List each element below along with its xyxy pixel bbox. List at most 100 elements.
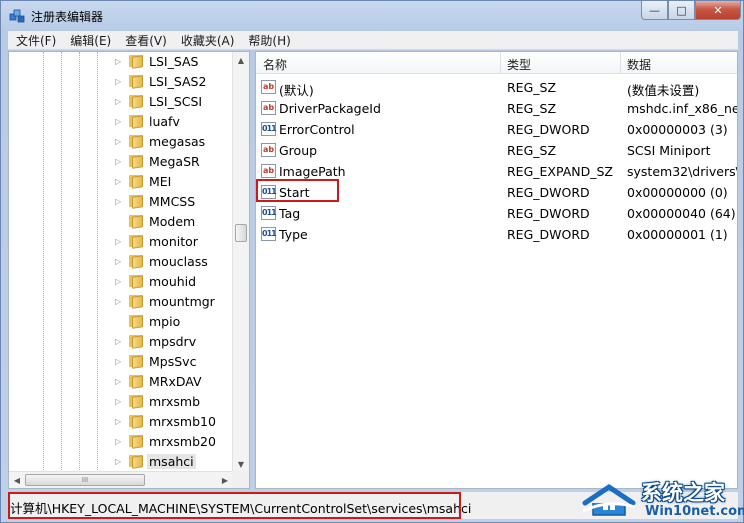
column-header-type[interactable]: 类型 (507, 56, 531, 73)
tree-item-label: mrxsmb10 (149, 414, 216, 429)
tree-item[interactable]: Modem (9, 212, 233, 232)
folder-icon (129, 415, 145, 429)
expand-arrow-icon[interactable]: ▷ (115, 97, 121, 106)
tree-item[interactable]: ▷ MEI (9, 172, 233, 192)
tree-item[interactable]: ▷ msahci (9, 452, 233, 472)
value-name: Tag (279, 206, 301, 221)
tree-item[interactable]: mpio (9, 312, 233, 332)
binary-value-icon: 011 (261, 227, 277, 241)
folder-icon (129, 155, 145, 169)
value-row[interactable]: 011 Tag REG_DWORD 0x00000040 (64) (256, 203, 737, 224)
tree-item-label: mountmgr (149, 294, 215, 309)
tree-item[interactable]: ▷ mpsdrv (9, 332, 233, 352)
value-type: REG_DWORD (507, 206, 590, 221)
tree-item-label: monitor (149, 234, 198, 249)
expand-arrow-icon[interactable]: ▷ (115, 137, 121, 146)
value-row[interactable]: 011 ErrorControl REG_DWORD 0x00000003 (3) (256, 119, 737, 140)
tree-vertical-scrollbar[interactable]: ▲ ▼ (232, 52, 249, 472)
tree-item[interactable]: ▷ mrxsmb (9, 392, 233, 412)
value-type: REG_SZ (507, 143, 557, 158)
value-name: DriverPackageId (279, 101, 381, 116)
expand-arrow-icon[interactable]: ▷ (115, 377, 121, 386)
column-divider[interactable] (500, 52, 501, 74)
scroll-up-icon[interactable]: ▲ (233, 52, 249, 68)
expand-arrow-icon[interactable]: ▷ (115, 77, 121, 86)
expand-arrow-icon[interactable]: ▷ (115, 457, 121, 466)
expand-arrow-icon[interactable]: ▷ (115, 337, 121, 346)
tree-item[interactable]: ▷ LSI_SCSI (9, 92, 233, 112)
expand-arrow-icon[interactable]: ▷ (115, 57, 121, 66)
tree-item-label: MMCSS (149, 194, 196, 209)
value-type: REG_EXPAND_SZ (507, 164, 613, 179)
minimize-button[interactable]: — (641, 1, 668, 20)
folder-icon (129, 235, 145, 249)
tree-item[interactable]: ▷ mouhid (9, 272, 233, 292)
expand-arrow-icon[interactable]: ▷ (115, 437, 121, 446)
value-data: 0x00000003 (3) (627, 122, 728, 137)
tree-item[interactable]: ▷ mouclass (9, 252, 233, 272)
scroll-left-icon[interactable]: ◀ (9, 472, 25, 488)
tree-item[interactable]: ▷ mrxsmb10 (9, 412, 233, 432)
menu-view[interactable]: 查看(V) (117, 32, 173, 49)
value-data: 0x00000040 (64) (627, 206, 736, 221)
title-bar[interactable]: 注册表编辑器 — □ ✕ (1, 1, 744, 31)
tree-item-label: mouclass (149, 254, 208, 269)
tree-item-label: msahci (147, 454, 196, 469)
value-row[interactable]: ab Group REG_SZ SCSI Miniport (256, 140, 737, 161)
tree-item[interactable]: ▷ MpsSvc (9, 352, 233, 372)
tree-scroll-thumb[interactable] (235, 224, 247, 242)
value-row[interactable]: abDriverPackageId REG_SZ mshdc.inf_x86_neu… (256, 98, 737, 119)
expand-arrow-icon[interactable]: ▷ (115, 277, 121, 286)
tree-item[interactable]: ▷ MMCSS (9, 192, 233, 212)
menu-help[interactable]: 帮助(H) (240, 32, 296, 49)
column-divider[interactable] (620, 52, 621, 74)
tree-item[interactable]: ▷ MegaSR (9, 152, 233, 172)
tree-item[interactable]: ▷ megasas (9, 132, 233, 152)
folder-icon (129, 135, 145, 149)
expand-arrow-icon[interactable]: ▷ (115, 157, 121, 166)
expand-arrow-icon[interactable]: ▷ (115, 417, 121, 426)
tree-item[interactable]: ▷ MRxDAV (9, 372, 233, 392)
string-value-icon: ab (261, 143, 276, 157)
menu-file[interactable]: 文件(F) (8, 32, 62, 49)
tree-item[interactable]: ▷ mrxsmb20 (9, 432, 233, 452)
tree-item-label: mouhid (149, 274, 197, 289)
tree-item[interactable]: ▷ LSI_SAS (9, 52, 233, 72)
tree-item[interactable]: ▷ LSI_SAS2 (9, 72, 233, 92)
expand-arrow-icon[interactable]: ▷ (115, 397, 121, 406)
tree-item[interactable]: ▷ mountmgr (9, 292, 233, 312)
expand-arrow-icon[interactable]: ▷ (115, 297, 121, 306)
expand-arrow-icon[interactable]: ▷ (115, 237, 121, 246)
expand-arrow-icon[interactable]: ▷ (115, 257, 121, 266)
tree-item[interactable]: ▷ luafv (9, 112, 233, 132)
column-header-name[interactable]: 名称 (263, 56, 287, 73)
value-type: REG_DWORD (507, 227, 590, 242)
expand-arrow-icon[interactable]: ▷ (115, 177, 121, 186)
expand-arrow-icon[interactable]: ▷ (115, 197, 121, 206)
scroll-right-icon[interactable]: ▶ (217, 472, 233, 488)
column-header-data[interactable]: 数据 (627, 56, 651, 73)
value-row[interactable]: ab (默认) REG_SZ (数值未设置) (256, 77, 737, 98)
folder-icon (129, 75, 145, 89)
value-row[interactable]: 011 Type REG_DWORD 0x00000001 (1) (256, 224, 737, 245)
window-title: 注册表编辑器 (31, 10, 104, 24)
expand-arrow-icon[interactable]: ▷ (115, 117, 121, 126)
scroll-down-icon[interactable]: ▼ (233, 456, 249, 472)
value-type: REG_SZ (507, 101, 557, 116)
site-watermark: 系统之家 Win10net.com (579, 475, 744, 523)
close-button[interactable]: ✕ (695, 1, 741, 20)
tree-item-label: megasas (149, 134, 206, 149)
folder-icon (129, 175, 145, 189)
expand-arrow-icon[interactable]: ▷ (115, 357, 121, 366)
tree-horizontal-scrollbar[interactable]: ◀ III ▶ (9, 471, 249, 488)
folder-icon (129, 355, 145, 369)
tree-item-label: LSI_SCSI (149, 94, 203, 109)
tree-hscroll-thumb[interactable]: III (25, 474, 145, 486)
menu-edit[interactable]: 编辑(E) (62, 32, 117, 49)
maximize-button[interactable]: □ (668, 1, 695, 20)
tree-item[interactable]: ▷ monitor (9, 232, 233, 252)
value-name: (默认) (279, 83, 314, 98)
value-type: REG_DWORD (507, 122, 590, 137)
menu-favorites[interactable]: 收藏夹(A) (173, 32, 241, 49)
maximize-icon: □ (676, 3, 687, 17)
